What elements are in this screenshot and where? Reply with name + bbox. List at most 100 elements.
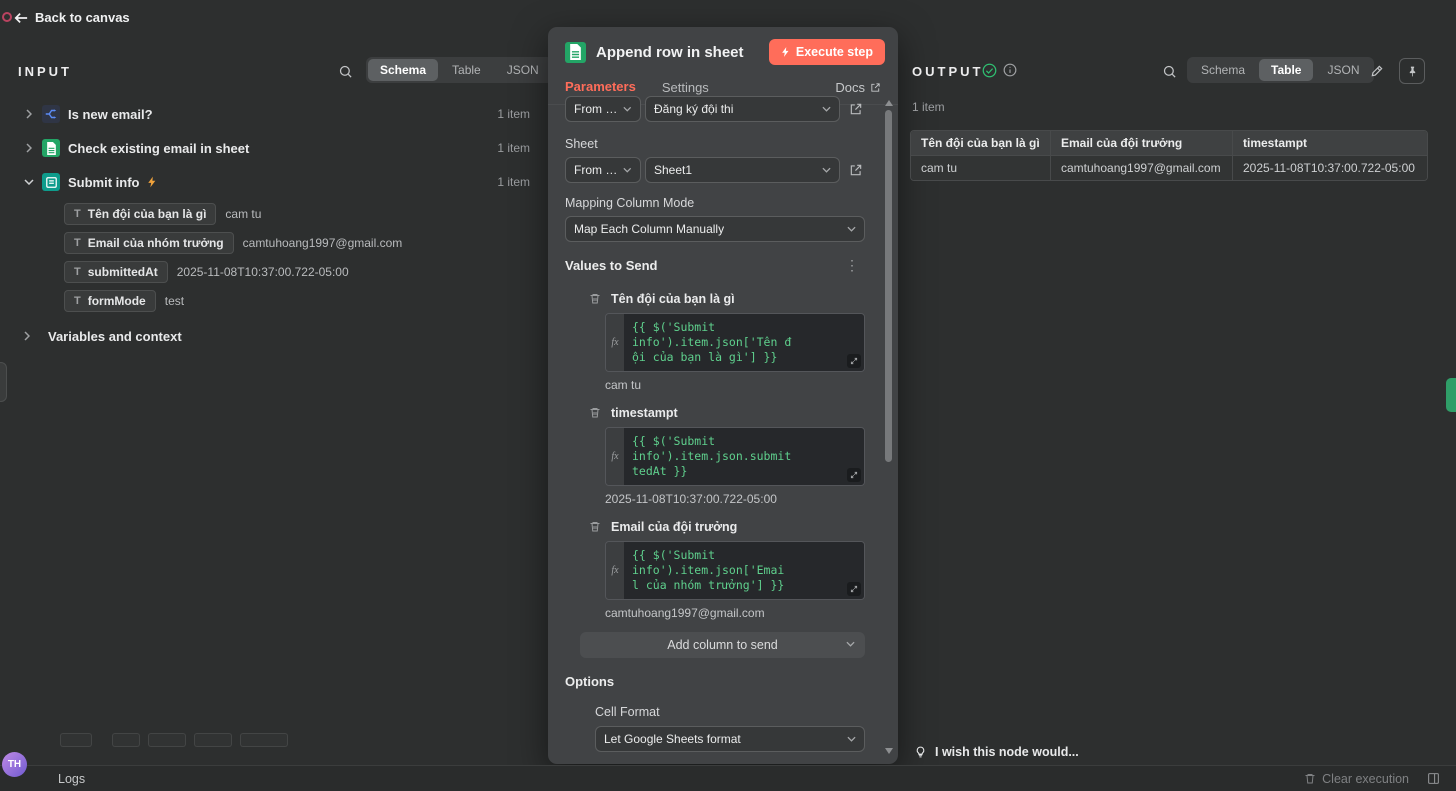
input-node-count: 1 item (497, 141, 530, 155)
delete-field-button[interactable] (587, 518, 603, 535)
input-view-toggle: Schema Table JSON (366, 57, 553, 83)
ndv-screen: Back to canvas INPUT Schema Table JSON I… (0, 0, 1456, 791)
values-to-send-fields: Tên đội của bạn là gì fx {{ $('Submit in… (580, 290, 865, 658)
add-column-to-send-button[interactable]: Add column to send (580, 632, 865, 658)
dropdown-value: From list (574, 163, 618, 177)
chevron-down-icon (822, 106, 831, 112)
clear-execution-button[interactable]: Clear execution (1304, 772, 1409, 786)
output-mode-schema[interactable]: Schema (1189, 59, 1257, 81)
right-panel-handle[interactable] (1446, 378, 1456, 412)
expand-expression-icon[interactable] (847, 582, 861, 596)
schema-field-pill: T submittedAt (64, 260, 168, 283)
fx-icon: fx (606, 542, 624, 599)
canvas-control (60, 733, 92, 747)
pin-data-button[interactable] (1399, 58, 1425, 84)
output-panel-title: OUTPUT (912, 64, 984, 79)
clear-execution-label: Clear execution (1322, 771, 1409, 786)
trash-icon (590, 522, 600, 532)
input-node-submit-info[interactable]: Submit info 1 item (0, 165, 548, 199)
expression-line: ội của bạn là gì'] }} (632, 350, 778, 364)
input-schema-field[interactable]: T formMode test (0, 286, 548, 315)
value-field-header: Tên đội của bạn là gì (580, 290, 865, 307)
lightbulb-icon (916, 746, 925, 758)
sheet-value-dropdown[interactable]: Sheet1 (645, 157, 840, 183)
sheet-mode-dropdown[interactable]: From list (565, 157, 641, 183)
mapping-mode-label: Mapping Column Mode (565, 196, 695, 210)
mapping-mode-dropdown[interactable]: Map Each Column Manually (565, 216, 865, 242)
node-detail-modal: Append row in sheet Execute step Paramet… (548, 27, 898, 764)
logs-toggle[interactable]: Logs (58, 772, 85, 786)
left-panel-handle[interactable] (0, 362, 7, 402)
output-panel: OUTPUT Schema Table JSON 1 item Tên đội … (898, 46, 1456, 765)
input-node-is-new-email[interactable]: Is new email? 1 item (0, 97, 548, 131)
expression-editor[interactable]: fx {{ $('Submit info').item.json['Tên đ … (605, 313, 865, 372)
fx-icon: fx (606, 428, 624, 485)
trash-icon (590, 408, 600, 418)
chevron-down-icon (623, 106, 632, 112)
canvas-control (148, 733, 186, 747)
input-schema-field[interactable]: T Tên đội của bạn là gì cam tu (0, 199, 548, 228)
chevron-down-icon (822, 167, 831, 173)
cell-format-label: Cell Format (595, 705, 660, 719)
kebab-menu-icon[interactable]: ⋮ (839, 257, 865, 274)
value-field: Tên đội của bạn là gì fx {{ $('Submit in… (580, 290, 865, 392)
value-field: timestampt fx {{ $('Submit info').item.j… (580, 404, 865, 506)
open-logs-panel-button[interactable] (1425, 770, 1442, 787)
input-node-label: Submit info (68, 174, 140, 190)
scrollbar-thumb[interactable] (885, 110, 892, 462)
value-field-header: Email của đội trưởng (580, 518, 865, 535)
output-search-button[interactable] (1160, 62, 1179, 81)
variables-and-context-row[interactable]: Variables and context (0, 319, 548, 353)
input-mode-json[interactable]: JSON (495, 59, 551, 81)
chevron-down-icon (24, 179, 34, 185)
chevron-down-icon (846, 641, 855, 647)
input-schema-field[interactable]: T submittedAt 2025-11-08T10:37:00.722-05… (0, 257, 548, 286)
dropdown-value: Sheet1 (654, 163, 693, 177)
edit-output-button[interactable] (1368, 62, 1386, 80)
expression-result: 2025-11-08T10:37:00.722-05:00 (605, 492, 777, 506)
scrollbar-down-arrow[interactable] (885, 748, 893, 754)
chevron-down-icon (623, 167, 632, 173)
output-mode-table[interactable]: Table (1259, 59, 1314, 81)
cell-format-dropdown[interactable]: Let Google Sheets format (595, 726, 865, 752)
back-to-canvas-link[interactable]: Back to canvas (8, 6, 136, 29)
node-feedback-button[interactable]: I wish this node would... (914, 745, 1079, 759)
user-avatar[interactable]: TH (2, 752, 27, 777)
document-mode-dropdown[interactable]: From list (565, 96, 641, 122)
execute-step-button[interactable]: Execute step (768, 39, 885, 65)
input-schema-field[interactable]: T Email của nhóm trưởng camtuhoang1997@g… (0, 228, 548, 257)
back-arrow-icon (14, 12, 28, 23)
input-search-button[interactable] (336, 62, 355, 81)
open-document-button[interactable] (847, 100, 865, 118)
input-schema-tree: Is new email? 1 item Check existing emai… (0, 97, 548, 353)
string-type-icon: T (74, 236, 81, 249)
expand-expression-icon[interactable] (847, 354, 861, 368)
input-node-check-existing-email[interactable]: Check existing email in sheet 1 item (0, 131, 548, 165)
input-mode-table[interactable]: Table (440, 59, 493, 81)
expression-line: l của nhóm trưởng'] }} (632, 578, 785, 592)
logs-bar: Logs Clear execution (0, 765, 1456, 791)
value-field-name: Tên đội của bạn là gì (611, 291, 735, 306)
output-mode-json[interactable]: JSON (1315, 59, 1371, 81)
output-table-header: Email của đội trưởng (1051, 131, 1233, 156)
external-link-icon (850, 103, 862, 115)
back-to-canvas-label: Back to canvas (35, 10, 130, 25)
document-value-dropdown[interactable]: Đăng ký đội thi (645, 96, 840, 122)
dropdown-value: Let Google Sheets format (604, 732, 741, 746)
delete-field-button[interactable] (587, 404, 603, 421)
info-icon[interactable] (1003, 63, 1017, 80)
value-field-header: timestampt (580, 404, 865, 421)
open-sheet-button[interactable] (847, 161, 865, 179)
values-to-send-label: Values to Send (565, 258, 658, 273)
expression-line: tedAt }} (632, 464, 688, 478)
output-table: Tên đội của bạn là gì Email của đội trưở… (910, 130, 1428, 181)
canvas-control (112, 733, 140, 747)
delete-field-button[interactable] (587, 290, 603, 307)
output-table-header: Tên đội của bạn là gì (911, 131, 1051, 156)
scrollbar-up-arrow[interactable] (885, 100, 893, 106)
expression-editor[interactable]: fx {{ $('Submit info').item.json.submit … (605, 427, 865, 486)
success-check-icon (982, 63, 997, 81)
input-mode-schema[interactable]: Schema (368, 59, 439, 81)
expand-expression-icon[interactable] (847, 468, 861, 482)
expression-editor[interactable]: fx {{ $('Submit info').item.json['Emai l… (605, 541, 865, 600)
